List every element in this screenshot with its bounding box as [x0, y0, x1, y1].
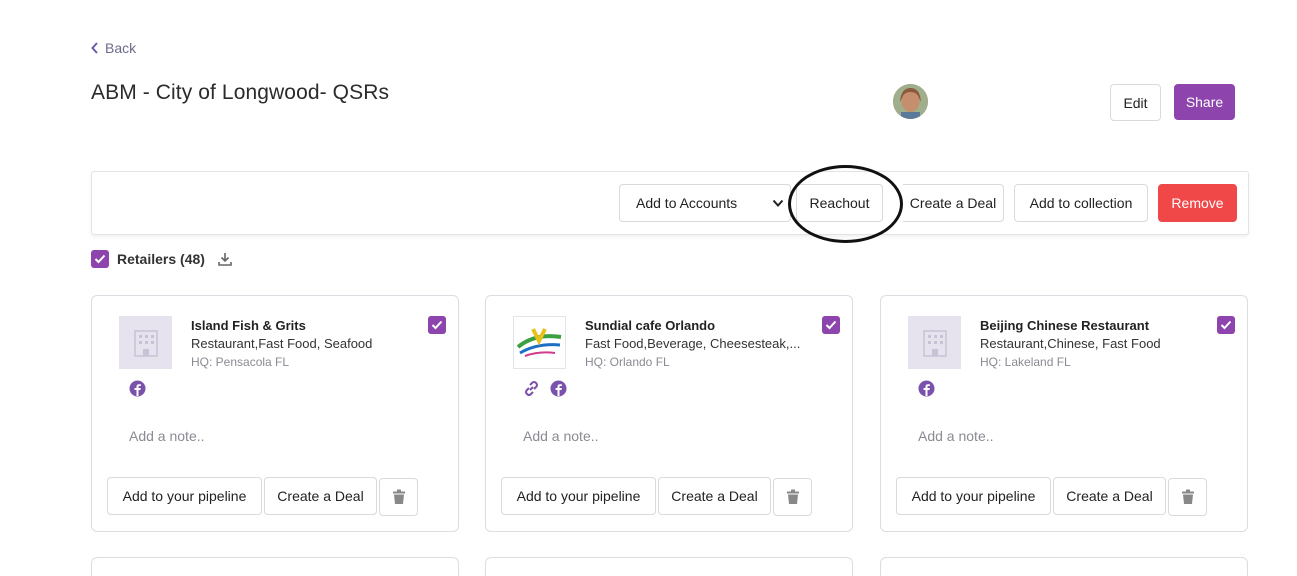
retailer-card-partial	[91, 557, 459, 576]
reachout-button[interactable]: Reachout	[796, 184, 883, 222]
retailer-categories: Restaurant,Chinese, Fast Food	[980, 336, 1161, 351]
note-input[interactable]: Add a note..	[918, 428, 994, 444]
check-icon	[431, 320, 443, 330]
link-icon[interactable]	[523, 380, 540, 397]
retailer-checkbox[interactable]	[1217, 316, 1235, 334]
facebook-icon[interactable]	[129, 380, 146, 397]
check-icon	[94, 254, 106, 264]
share-button[interactable]: Share	[1174, 84, 1235, 120]
add-to-pipeline-button[interactable]: Add to your pipeline	[501, 477, 656, 515]
create-deal-button[interactable]: Create a Deal	[903, 184, 1004, 222]
trash-icon	[1181, 489, 1194, 504]
add-to-accounts-value: Add to Accounts	[636, 195, 738, 211]
sundial-cafe-logo	[513, 316, 566, 369]
retailer-hq: HQ: Lakeland FL	[980, 355, 1071, 369]
retailer-name[interactable]: Sundial cafe Orlando	[585, 318, 715, 333]
retailer-categories: Fast Food,Beverage, Cheesesteak,...	[585, 336, 801, 351]
edit-button[interactable]: Edit	[1110, 84, 1161, 121]
retailer-hq: HQ: Pensacola FL	[191, 355, 290, 369]
trash-icon	[786, 489, 799, 504]
retailer-hq: HQ: Orlando FL	[585, 355, 670, 369]
add-to-collection-button[interactable]: Add to collection	[1014, 184, 1148, 222]
building-placeholder-icon	[119, 316, 172, 369]
check-icon	[1220, 320, 1232, 330]
chevron-down-icon	[772, 199, 784, 207]
facebook-icon[interactable]	[918, 380, 935, 397]
building-placeholder-icon	[908, 316, 961, 369]
retailer-categories: Restaurant,Fast Food, Seafood	[191, 336, 373, 351]
chevron-left-icon	[91, 42, 98, 54]
download-icon[interactable]	[217, 251, 233, 267]
retailer-card-partial	[880, 557, 1248, 576]
back-label: Back	[105, 40, 137, 56]
note-input[interactable]: Add a note..	[523, 428, 599, 444]
check-icon	[825, 320, 837, 330]
back-link[interactable]: Back	[91, 40, 136, 56]
social-links	[918, 380, 935, 397]
retailer-card: Beijing Chinese Restaurant Restaurant,Ch…	[880, 295, 1248, 532]
retailers-header: Retailers (48)	[91, 250, 233, 268]
page-title: ABM - City of Longwood- QSRs	[91, 81, 390, 104]
trash-icon	[392, 489, 405, 504]
delete-button[interactable]	[773, 478, 812, 516]
add-to-pipeline-button[interactable]: Add to your pipeline	[896, 477, 1051, 515]
social-links	[523, 380, 567, 397]
add-to-pipeline-button[interactable]: Add to your pipeline	[107, 477, 262, 515]
note-input[interactable]: Add a note..	[129, 428, 205, 444]
bulk-action-toolbar: Add to Accounts Reachout Create a Deal A…	[91, 165, 1249, 243]
avatar[interactable]	[893, 84, 928, 119]
delete-button[interactable]	[1168, 478, 1207, 516]
retailer-card: Sundial cafe Orlando Fast Food,Beverage,…	[485, 295, 853, 532]
retailer-checkbox[interactable]	[428, 316, 446, 334]
create-deal-button[interactable]: Create a Deal	[1053, 477, 1166, 515]
retailer-card: Island Fish & Grits Restaurant,Fast Food…	[91, 295, 459, 532]
facebook-icon[interactable]	[550, 380, 567, 397]
add-to-accounts-select[interactable]: Add to Accounts	[619, 184, 791, 222]
retailer-checkbox[interactable]	[822, 316, 840, 334]
social-links	[129, 380, 146, 397]
retailer-card-partial	[485, 557, 853, 576]
retailer-name[interactable]: Island Fish & Grits	[191, 318, 306, 333]
retailer-name[interactable]: Beijing Chinese Restaurant	[980, 318, 1149, 333]
create-deal-button[interactable]: Create a Deal	[658, 477, 771, 515]
create-deal-button[interactable]: Create a Deal	[264, 477, 377, 515]
retailers-count-label: Retailers (48)	[117, 251, 205, 267]
select-all-checkbox[interactable]	[91, 250, 109, 268]
remove-button[interactable]: Remove	[1158, 184, 1237, 222]
delete-button[interactable]	[379, 478, 418, 516]
